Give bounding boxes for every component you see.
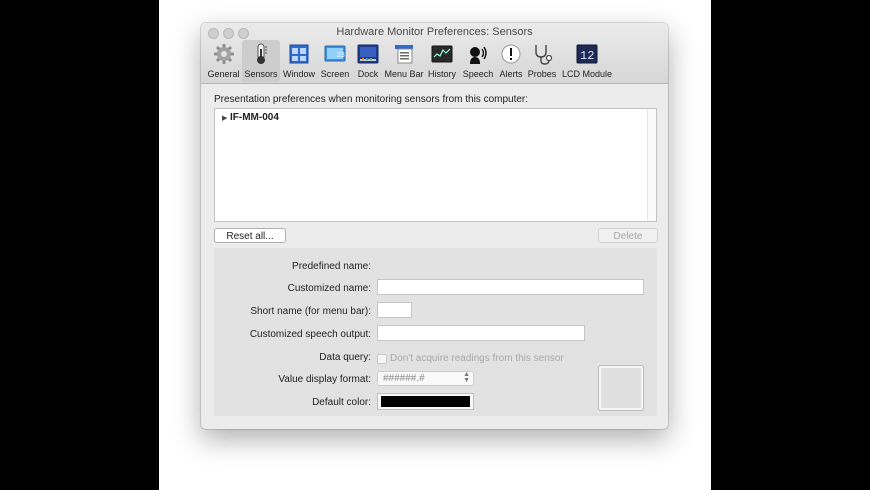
toolbar-label: LCD Module	[561, 69, 613, 79]
toolbar-speech[interactable]: Speech	[460, 40, 496, 82]
toolbar-probes[interactable]: Probes	[526, 40, 558, 82]
toolbar-alerts[interactable]: Alerts	[497, 40, 525, 82]
color-swatch	[381, 396, 470, 407]
customized-name-field[interactable]	[377, 279, 644, 295]
preferences-window: Hardware Monitor Preferences: Sensors Ge…	[201, 23, 668, 429]
toolbar-label: Screen	[320, 69, 350, 79]
customized-name-label: Customized name:	[287, 283, 371, 294]
sensors-pane: Presentation preferences when monitoring…	[201, 84, 668, 429]
speech-icon	[470, 46, 487, 64]
lcd-icon: 12	[576, 44, 598, 64]
history-icon	[431, 45, 453, 63]
toolbar-label: History	[427, 69, 456, 79]
toolbar-label: Speech	[462, 69, 494, 79]
toolbar-dock[interactable]: Dock	[353, 40, 383, 82]
speech-output-field[interactable]	[377, 325, 585, 341]
disclosure-triangle-icon[interactable]: ▶	[222, 114, 227, 122]
window-icon	[289, 44, 309, 64]
thermometer-icon	[257, 43, 267, 64]
toolbar-screen[interactable]: 23 Screen	[318, 40, 352, 82]
lcd-icon-text: 12	[580, 49, 594, 63]
toolbar-label: General	[207, 69, 240, 79]
data-query-label: Data query:	[319, 352, 371, 363]
short-name-label: Short name (for menu bar):	[250, 306, 371, 317]
toolbar-sensors[interactable]: Sensors	[242, 40, 280, 82]
data-query-checkbox-label[interactable]: Don't acquire readings from this sensor	[390, 353, 564, 364]
toolbar-label: Menu Bar	[384, 69, 424, 79]
value-format-value: ######.#	[383, 373, 425, 384]
sensor-preview-box	[598, 365, 644, 411]
toolbar-general[interactable]: General	[206, 40, 241, 82]
toolbar-label: Dock	[357, 69, 379, 79]
value-format-label: Value display format:	[278, 374, 371, 385]
screen-icon: 23	[324, 45, 346, 62]
sensors-description: Presentation preferences when monitoring…	[214, 94, 529, 105]
toolbar-label: Sensors	[244, 69, 278, 79]
chevron-up-down-icon: ▲ ▼	[463, 371, 470, 384]
toolbar-history[interactable]: History	[425, 40, 459, 82]
toolbar-window[interactable]: Window	[281, 40, 317, 82]
value-format-select[interactable]: ######.# ▲ ▼	[377, 371, 474, 386]
predefined-name-label: Predefined name:	[292, 261, 371, 272]
speech-output-label: Customized speech output:	[249, 329, 371, 340]
toolbar-label: Window	[282, 69, 315, 79]
alert-icon	[501, 44, 521, 64]
delete-button[interactable]: Delete	[598, 228, 658, 243]
sensor-list[interactable]: ▶ IF-MM-004	[214, 108, 657, 222]
data-query-checkbox[interactable]	[377, 354, 387, 364]
screen-icon-text: 23	[337, 52, 345, 59]
window-title: Hardware Monitor Preferences: Sensors	[336, 26, 533, 38]
default-color-well[interactable]	[377, 393, 474, 410]
title-bar: Hardware Monitor Preferences: Sensors Ge…	[201, 23, 668, 84]
toolbar-menu-bar[interactable]: Menu Bar	[384, 40, 424, 82]
gear-icon	[213, 44, 234, 64]
scrollbar[interactable]	[647, 109, 656, 221]
stethoscope-icon	[535, 45, 553, 65]
short-name-field[interactable]	[377, 302, 412, 318]
default-color-label: Default color:	[312, 397, 371, 408]
dock-icon	[357, 44, 379, 64]
toolbar-label: Probes	[527, 69, 557, 79]
reset-all-button[interactable]: Reset all...	[214, 228, 286, 243]
toolbar-label: Alerts	[499, 69, 523, 79]
sensor-list-item[interactable]: IF-MM-004	[230, 112, 279, 123]
menu-bar-icon	[395, 45, 413, 64]
toolbar-lcd-module[interactable]: 12 LCD Module	[559, 40, 615, 82]
sensor-settings-panel: Predefined name: Customized name: Short …	[214, 248, 657, 416]
